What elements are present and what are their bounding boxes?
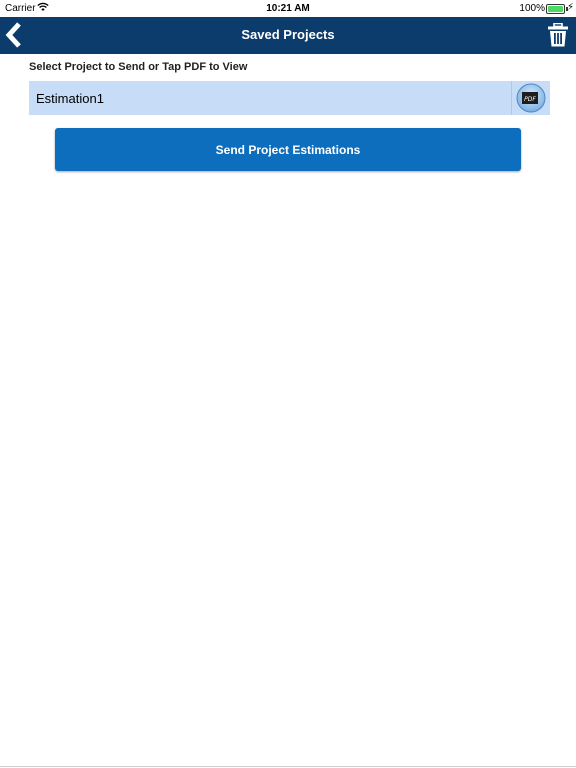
clock-time: 10:21 AM [266,3,310,14]
pdf-cell[interactable]: PDF [511,81,550,115]
battery-icon [546,4,565,14]
status-bar: Carrier 10:21 AM 100% ⚡ [0,0,576,17]
page-title: Saved Projects [241,27,335,42]
charging-bolt-icon: ⚡ [566,2,574,13]
project-name: Estimation1 [36,91,104,106]
bottom-divider [0,766,576,767]
send-project-estimations-button[interactable]: Send Project Estimations [55,128,521,171]
battery-percentage: 100% [519,3,545,14]
navigation-bar: Saved Projects [0,17,576,54]
pdf-icon[interactable]: PDF [516,83,546,113]
pdf-label: PDF [524,96,536,103]
project-row[interactable]: Estimation1 PDF [29,81,550,115]
instruction-text: Select Project to Send or Tap PDF to Vie… [29,61,248,73]
trash-icon[interactable] [548,23,568,47]
